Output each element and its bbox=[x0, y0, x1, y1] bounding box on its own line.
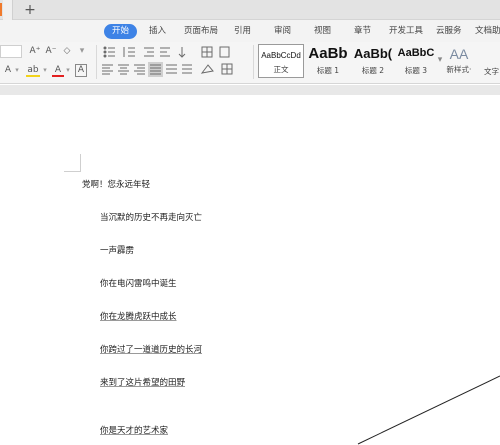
tab-review[interactable]: 审阅 bbox=[274, 24, 291, 39]
tab-cloud-service[interactable]: 云服务 bbox=[436, 24, 462, 39]
show-marks-icon[interactable] bbox=[219, 46, 230, 58]
sort-icon[interactable] bbox=[178, 47, 186, 58]
ribbon-menu-bar: 开始 插入 页面布局 引用 审阅 视图 章节 开发工具 云服务 文档助 bbox=[0, 20, 500, 42]
line-spacing-icon[interactable] bbox=[182, 64, 192, 74]
doc-line-3[interactable]: 一声霹雳 bbox=[100, 244, 134, 256]
tab-chapter[interactable]: 章节 bbox=[354, 24, 371, 39]
char-border-button[interactable]: A bbox=[75, 64, 87, 77]
margin-corner-mark bbox=[80, 154, 81, 172]
tab-strip: + bbox=[0, 0, 500, 20]
tab-developer-tools[interactable]: 开发工具 bbox=[389, 24, 423, 39]
justify-selected-bg bbox=[148, 62, 163, 77]
doc-line-1[interactable]: 党啊！您永远年轻 bbox=[82, 178, 150, 190]
doc-line-4[interactable]: 你在电闪雷鸣中诞生 bbox=[100, 277, 177, 289]
shading-icon[interactable] bbox=[200, 64, 214, 74]
decrease-indent-icon[interactable] bbox=[144, 47, 154, 57]
increase-indent-icon[interactable] bbox=[160, 47, 170, 57]
style-heading-2[interactable]: AaBb( 标题 2 bbox=[350, 44, 396, 78]
tab-view[interactable]: 视图 bbox=[314, 24, 331, 39]
style-normal[interactable]: AaBbCcDd 正文 bbox=[258, 44, 304, 78]
font-color-button[interactable]: A bbox=[52, 64, 64, 77]
tab-page-layout[interactable]: 页面布局 bbox=[184, 24, 218, 39]
chevron-down-icon[interactable]: ▾ bbox=[76, 45, 88, 58]
doc-line-5[interactable]: 你在龙腾虎跃中成长 bbox=[100, 310, 177, 322]
bullet-list-icon[interactable] bbox=[103, 46, 115, 58]
chevron-down-icon[interactable]: ▾ bbox=[13, 64, 21, 77]
numbered-list-icon[interactable] bbox=[123, 47, 135, 57]
doc-line-2[interactable]: 当沉默的历史不再走向灭亡 bbox=[100, 211, 202, 223]
doc-line-8[interactable]: 你是天才的艺术家 bbox=[100, 424, 168, 436]
toolbar-divider bbox=[96, 45, 97, 79]
doc-line-6[interactable]: 你跨过了一道道历史的长河 bbox=[100, 343, 202, 355]
align-center-icon[interactable] bbox=[118, 64, 129, 75]
document-page[interactable] bbox=[0, 95, 500, 445]
chevron-down-icon[interactable]: ▾ bbox=[41, 64, 49, 77]
table-grid-icon[interactable] bbox=[201, 46, 213, 58]
text-tool-button[interactable]: 文字 bbox=[484, 66, 499, 77]
highlight-button[interactable]: ab bbox=[26, 64, 40, 77]
align-left-icon[interactable] bbox=[102, 64, 113, 75]
active-doc-marker bbox=[0, 3, 2, 16]
page-gap bbox=[0, 85, 500, 95]
font-shrink-button[interactable]: A⁻ bbox=[44, 45, 58, 58]
tab-insert[interactable]: 插入 bbox=[149, 24, 166, 39]
chevron-down-icon[interactable]: ▾ bbox=[64, 64, 72, 77]
distribute-icon[interactable] bbox=[166, 64, 177, 74]
ribbon-toolbar: A⁺ A⁻ ◇ ▾ A ▾ ab ▾ A ▾ A AaBbCcDd 正文 AaB… bbox=[0, 42, 500, 84]
tab-doc-assistant[interactable]: 文档助 bbox=[475, 24, 500, 39]
doc-line-7[interactable]: 来到了这片希望的田野 bbox=[100, 376, 185, 388]
paragraph-tools bbox=[102, 46, 233, 77]
document-tab[interactable] bbox=[3, 0, 13, 20]
font-grow-button[interactable]: A⁺ bbox=[28, 45, 42, 58]
tab-home[interactable]: 开始 bbox=[104, 24, 138, 39]
align-right-icon[interactable] bbox=[134, 64, 145, 75]
new-style-icon: AA bbox=[449, 46, 469, 62]
margin-corner-mark bbox=[64, 171, 81, 172]
style-heading-3[interactable]: AaBbC 标题 3 bbox=[396, 44, 436, 78]
new-style-button[interactable]: AA 新样式· bbox=[442, 44, 476, 80]
toolbar-divider bbox=[253, 45, 254, 79]
border-icon[interactable] bbox=[221, 63, 233, 75]
font-size-dropdown[interactable] bbox=[0, 45, 22, 58]
new-tab-button[interactable]: + bbox=[21, 1, 39, 19]
clear-format-icon[interactable]: ◇ bbox=[60, 45, 74, 58]
tab-references[interactable]: 引用 bbox=[234, 24, 251, 39]
style-heading-1[interactable]: AaBb 标题 1 bbox=[306, 44, 350, 78]
style-gallery: AaBbCcDd 正文 AaBb 标题 1 AaBb( 标题 2 AaBbC 标… bbox=[256, 44, 442, 80]
